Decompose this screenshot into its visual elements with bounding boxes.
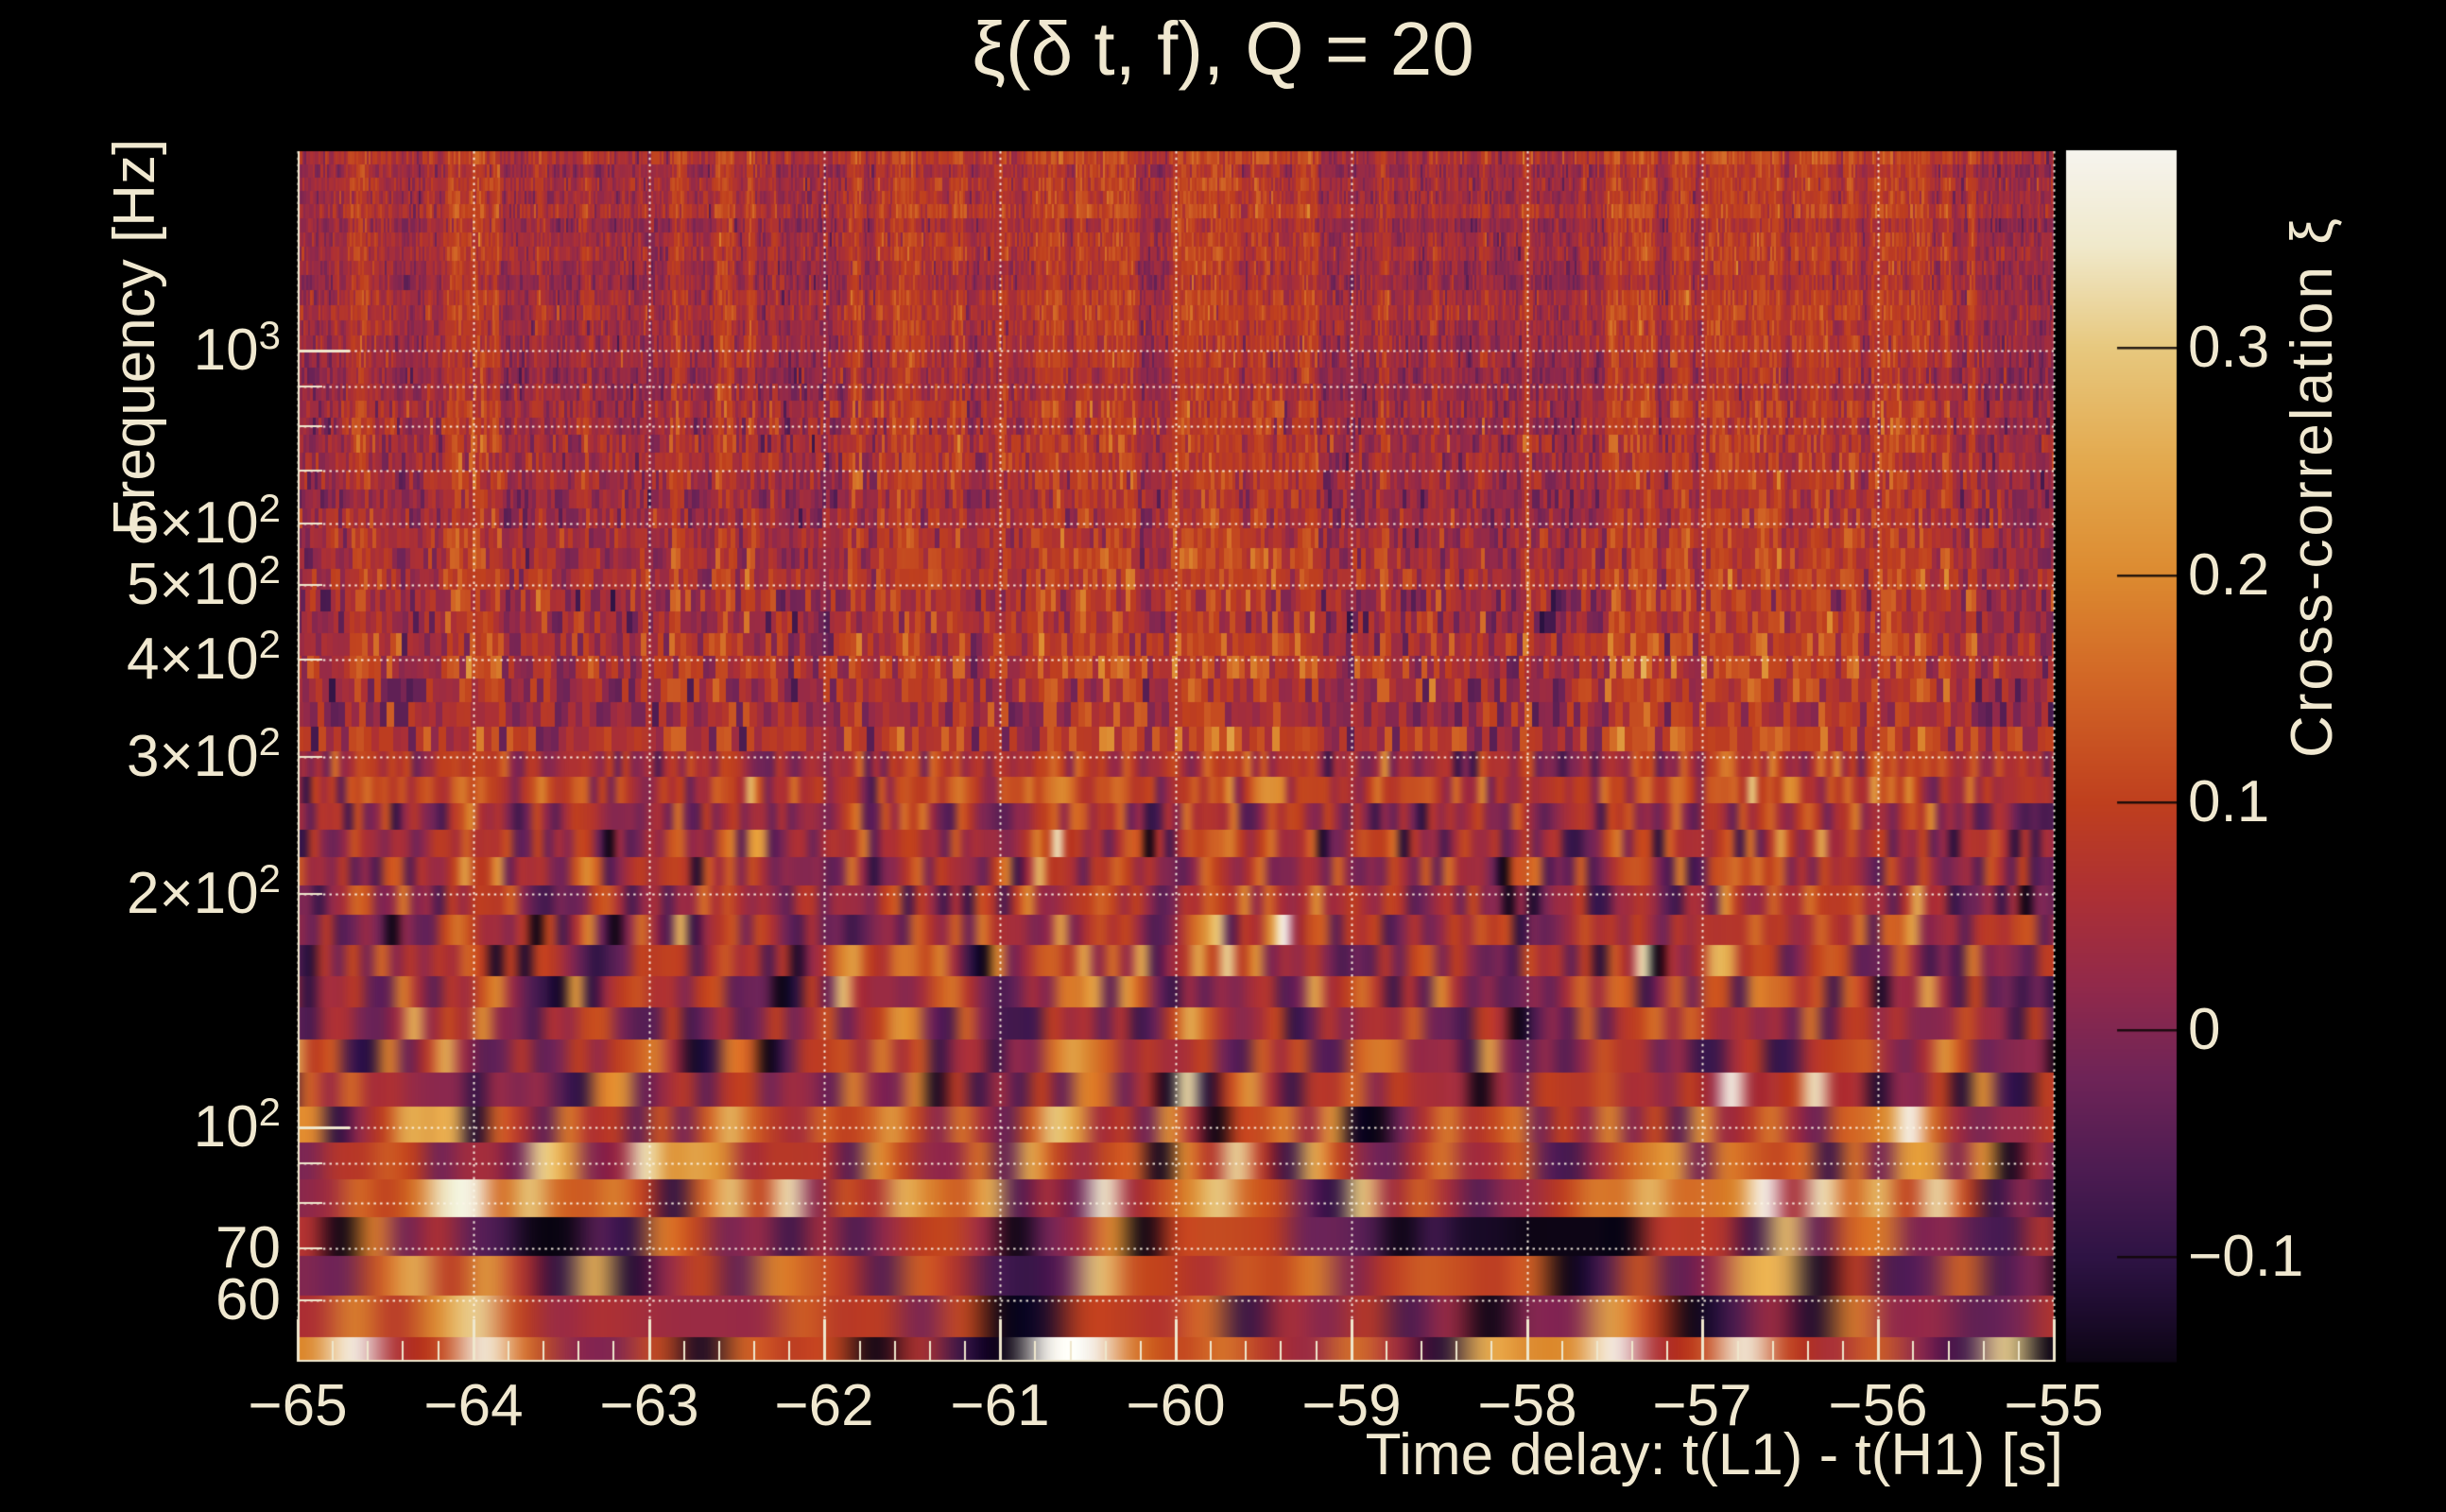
figure: ξ(δ t, f), Q = 20 Frequency [Hz] Time de… bbox=[0, 0, 2446, 1512]
x-tick-label--55: −55 bbox=[2004, 1373, 2104, 1438]
colorbar-tick-label-0.2: 0.2 bbox=[2188, 542, 2270, 608]
page-title: ξ(δ t, f), Q = 20 bbox=[972, 7, 1474, 91]
y-tick-label-500: 5×102 bbox=[126, 547, 281, 617]
y-tick-label-200: 2×102 bbox=[126, 856, 281, 926]
colorbar-title: Cross-correlation ξ bbox=[2280, 215, 2345, 759]
colorbar-tick-label-−0.1: −0.1 bbox=[2188, 1224, 2304, 1289]
y-tick-label-400: 4×102 bbox=[126, 622, 281, 692]
colorbar-tick-label-0: 0 bbox=[2188, 997, 2221, 1062]
colorbar-tick-label-0.3: 0.3 bbox=[2188, 315, 2270, 380]
y-tick-label-1000: 103 bbox=[193, 313, 281, 383]
y-tick-label-300: 3×102 bbox=[126, 719, 281, 789]
y-tick-label-100: 102 bbox=[193, 1090, 281, 1160]
colorbar-tick-label-0.1: 0.1 bbox=[2188, 769, 2270, 834]
spectrogram-heatmap-canvas bbox=[0, 0, 2446, 1512]
y-tick-label-60: 60 bbox=[215, 1267, 281, 1332]
